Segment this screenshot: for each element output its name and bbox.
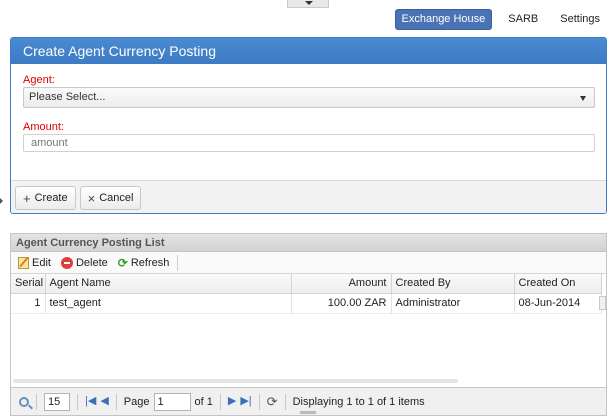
- horizontal-scrollbar[interactable]: [13, 379, 458, 383]
- create-button-label: Create: [34, 192, 68, 204]
- pager-divider: [115, 393, 117, 410]
- collapse-top-handle[interactable]: [287, 0, 329, 8]
- first-page-icon[interactable]: |◀: [85, 396, 96, 407]
- refresh-button-label: Refresh: [130, 256, 170, 269]
- cell-agent-name: test_agent: [45, 293, 292, 314]
- top-nav: Exchange House SARB Settings: [394, 8, 607, 30]
- pager-divider: [258, 393, 260, 410]
- table-header-row: Serial Agent Name Amount Created By Crea…: [11, 274, 602, 294]
- agent-select-value: Please Select...: [29, 91, 106, 103]
- table-row[interactable]: 1 test_agent 100.00 ZAR Administrator 08…: [11, 293, 602, 314]
- pager-divider: [36, 393, 37, 410]
- delete-button-label: Delete: [75, 256, 108, 269]
- column-header-serial[interactable]: Serial: [11, 274, 46, 294]
- collapse-bottom-handle[interactable]: [300, 411, 316, 414]
- pager-divider: [284, 393, 286, 410]
- create-agent-currency-panel: Create Agent Currency Posting Agent: Ple…: [10, 37, 607, 214]
- page-size-input[interactable]: [44, 392, 70, 411]
- plus-icon: +: [23, 190, 31, 206]
- last-page-icon[interactable]: ▶|: [240, 396, 251, 407]
- column-header-created-on[interactable]: Created On: [514, 274, 602, 294]
- refresh-icon[interactable]: ⟳: [267, 395, 278, 408]
- close-icon: ×: [87, 190, 96, 206]
- nav-exchange-house[interactable]: Exchange House: [394, 8, 493, 30]
- prev-page-icon[interactable]: ◀: [100, 396, 108, 407]
- delete-icon: [60, 256, 73, 269]
- posting-table: Serial Agent Name Amount Created By Crea…: [11, 274, 602, 314]
- vertical-scrollbar[interactable]: [599, 296, 606, 310]
- agent-currency-posting-list: Agent Currency Posting List Edit Delete …: [10, 233, 607, 416]
- amount-input[interactable]: [23, 134, 595, 152]
- nav-settings[interactable]: Settings: [554, 9, 606, 30]
- column-header-agent-name[interactable]: Agent Name: [45, 274, 292, 294]
- refresh-icon: ⟳: [117, 255, 128, 270]
- next-page-icon[interactable]: ▶: [228, 396, 236, 407]
- cancel-button[interactable]: × Cancel: [79, 186, 142, 210]
- page-number-input[interactable]: [153, 392, 191, 411]
- cell-amount: 100.00 ZAR: [291, 293, 392, 314]
- pager-divider: [77, 393, 78, 410]
- nav-sarb[interactable]: SARB: [502, 9, 544, 30]
- create-form-body: Agent: Please Select... Amount:: [11, 64, 606, 180]
- page-of-label: of 1: [194, 395, 213, 408]
- expand-left-handle[interactable]: [0, 198, 3, 204]
- list-title: Agent Currency Posting List: [11, 234, 606, 252]
- page-label: Page: [123, 395, 150, 408]
- edit-button[interactable]: Edit: [14, 254, 55, 272]
- list-toolbar: Edit Delete ⟳ Refresh: [11, 252, 606, 274]
- agent-select[interactable]: Please Select...: [23, 87, 595, 108]
- search-icon[interactable]: [19, 396, 29, 407]
- cell-serial: 1: [11, 293, 46, 314]
- agent-label: Agent:: [23, 74, 55, 86]
- create-button[interactable]: + Create: [15, 186, 76, 210]
- cancel-button-label: Cancel: [99, 192, 134, 204]
- column-header-created-by[interactable]: Created By: [391, 274, 515, 294]
- create-panel-title: Create Agent Currency Posting: [11, 38, 606, 64]
- app-root: Exchange House SARB Settings Create Agen…: [0, 0, 612, 420]
- pager-display-text: Displaying 1 to 1 of 1 items: [292, 395, 425, 408]
- column-header-amount[interactable]: Amount: [291, 274, 392, 294]
- chevron-down-icon: [305, 1, 313, 5]
- cell-created-by: Administrator: [391, 293, 515, 314]
- toolbar-divider: [177, 254, 179, 271]
- delete-button[interactable]: Delete: [57, 254, 112, 272]
- refresh-button[interactable]: ⟳ Refresh: [114, 254, 174, 272]
- pager-divider: [219, 393, 221, 410]
- cell-created-on: 08-Jun-2014: [514, 293, 602, 314]
- create-form-footer: + Create × Cancel: [11, 180, 606, 213]
- edit-icon: [18, 256, 29, 269]
- amount-label: Amount:: [23, 121, 64, 133]
- dropdown-caret-icon: [580, 96, 586, 101]
- edit-button-label: Edit: [32, 256, 51, 269]
